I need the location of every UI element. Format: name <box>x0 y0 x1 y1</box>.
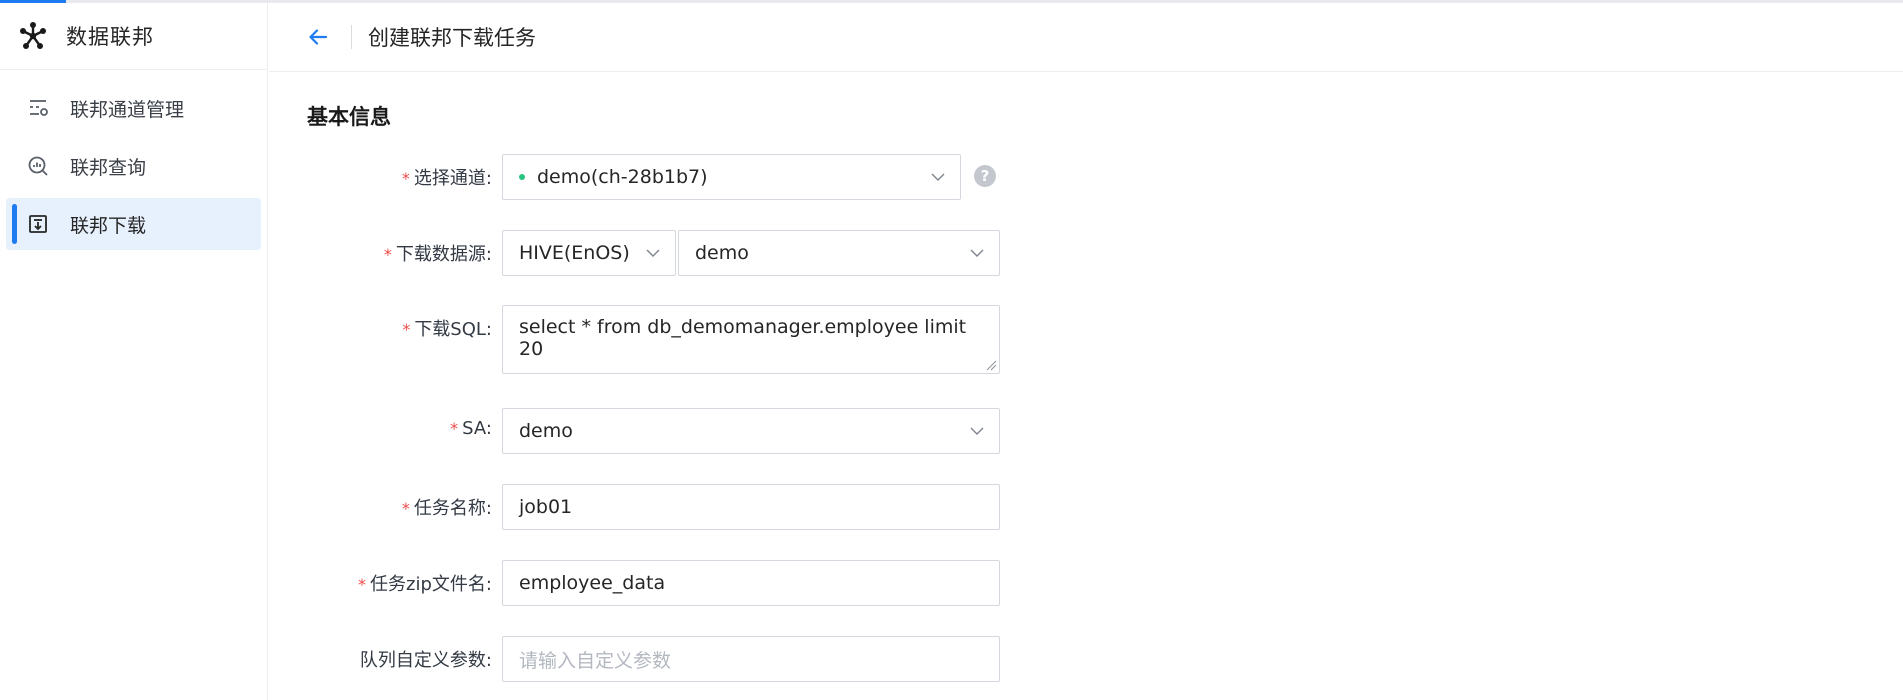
sidebar: 数据联邦 联邦通道管理 联邦查询 联邦下载 <box>0 3 268 700</box>
datasource-value: demo <box>695 242 749 264</box>
form-row-channel: * 选择通道: demo(ch-28b1b7) ? <box>269 154 997 200</box>
header-divider <box>351 25 352 49</box>
sidebar-item-label: 联邦查询 <box>70 156 147 179</box>
sidebar-item-query[interactable]: 联邦查询 <box>6 140 261 192</box>
chevron-down-icon <box>646 249 660 257</box>
sidebar-item-label: 联邦下载 <box>70 214 147 237</box>
sa-select[interactable]: demo <box>502 408 1000 454</box>
zip-name-value: employee_data <box>519 572 666 594</box>
sa-label: * SA: <box>450 418 492 439</box>
form-row-queue-params: 队列自定义参数: 请输入自定义参数 <box>269 636 1000 682</box>
sidebar-nav: 联邦通道管理 联邦查询 联邦下载 <box>0 70 267 250</box>
datasource-type-select[interactable]: HIVE(EnOS) <box>502 230 676 276</box>
sql-value: select * from db_demomanager.employee li… <box>519 316 967 360</box>
task-name-value: job01 <box>519 496 573 518</box>
query-search-icon <box>26 154 50 178</box>
help-icon[interactable]: ? <box>973 164 997 188</box>
chevron-down-icon <box>970 427 984 435</box>
svg-text:?: ? <box>981 167 990 185</box>
form-row-sql: * 下载SQL: select * from db_demomanager.emp… <box>269 305 1000 374</box>
page-title: 创建联邦下载任务 <box>368 26 536 50</box>
sidebar-item-label: 联邦通道管理 <box>70 98 185 121</box>
datasource-label: * 下载数据源: <box>383 244 492 265</box>
page-header: 创建联邦下载任务 <box>269 3 1903 72</box>
datasource-type-value: HIVE(EnOS) <box>519 242 630 264</box>
form-row-zip-name: * 任务zip文件名: employee_data <box>269 560 1000 606</box>
download-icon <box>26 212 50 236</box>
app-logo-icon <box>20 22 46 49</box>
channel-status-dot <box>519 174 525 180</box>
queue-params-label: 队列自定义参数: <box>359 650 492 671</box>
zip-name-label: * 任务zip文件名: <box>358 574 492 595</box>
section-title: 基本信息 <box>307 105 391 129</box>
task-name-label: * 任务名称: <box>401 498 492 519</box>
form-row-task-name: * 任务名称: job01 <box>269 484 1000 530</box>
chevron-down-icon <box>970 249 984 257</box>
queue-params-input[interactable]: 请输入自定义参数 <box>502 636 1000 682</box>
required-mark: * <box>401 169 410 188</box>
channel-select[interactable]: demo(ch-28b1b7) <box>502 154 961 200</box>
channel-value: demo(ch-28b1b7) <box>537 166 708 188</box>
zip-name-input[interactable]: employee_data <box>502 560 1000 606</box>
sidebar-item-download[interactable]: 联邦下载 <box>6 198 261 250</box>
channel-label: * 选择通道: <box>401 168 492 189</box>
datasource-select[interactable]: demo <box>678 230 1000 276</box>
brand: 数据联邦 <box>0 3 267 70</box>
sql-textarea[interactable]: select * from db_demomanager.employee li… <box>502 305 1000 374</box>
arrow-left-icon <box>309 29 328 45</box>
app-title: 数据联邦 <box>66 25 154 49</box>
sidebar-item-channel-manage[interactable]: 联邦通道管理 <box>6 82 261 134</box>
back-button[interactable] <box>305 24 331 50</box>
queue-params-placeholder: 请输入自定义参数 <box>519 649 672 672</box>
form-row-datasource: * 下载数据源: HIVE(EnOS) demo <box>269 230 1000 276</box>
form-row-sa: * SA: demo <box>269 408 1000 454</box>
resize-grip-icon[interactable] <box>985 359 997 371</box>
sql-label: * 下载SQL: <box>402 319 492 340</box>
sa-value: demo <box>519 420 573 442</box>
channel-manage-icon <box>26 96 50 120</box>
main-content: 基本信息 * 选择通道: demo(ch-28b1b7) ? * 下载数据源: HI… <box>269 73 1903 700</box>
chevron-down-icon <box>931 173 945 181</box>
task-name-input[interactable]: job01 <box>502 484 1000 530</box>
